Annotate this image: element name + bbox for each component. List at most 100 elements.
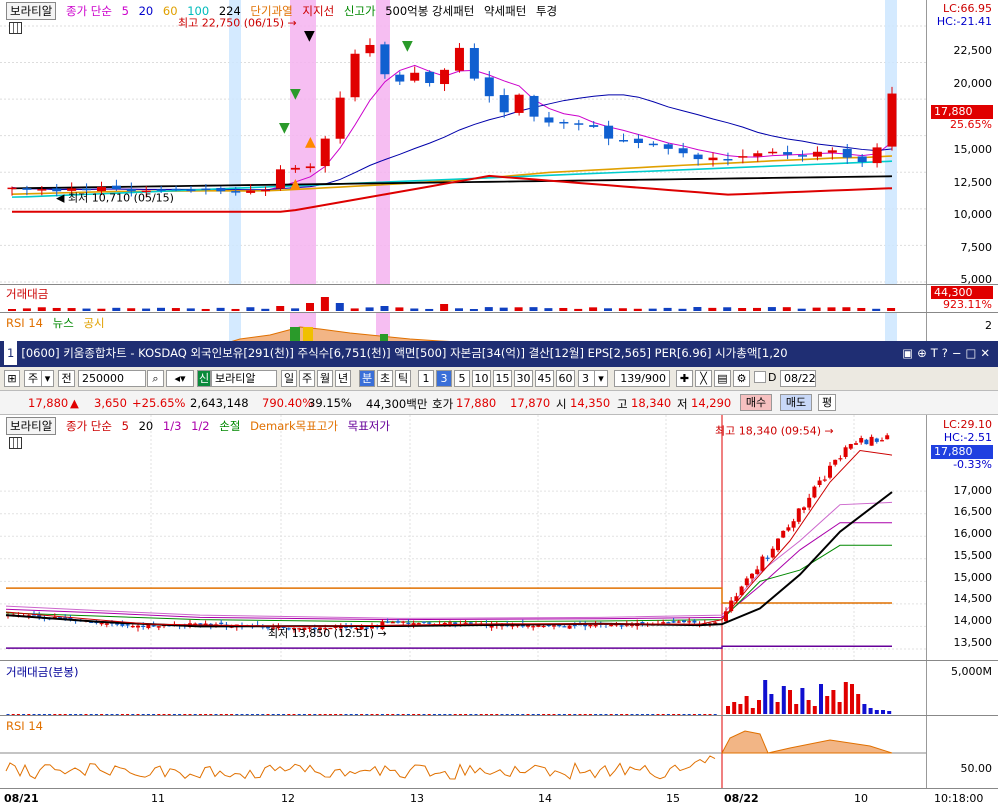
draw-tool-icon[interactable]: ╳ xyxy=(695,370,712,387)
bottom-candle xyxy=(692,620,697,623)
eval-button[interactable]: 평 xyxy=(818,394,836,411)
buy-button[interactable]: 매수 xyxy=(740,394,772,411)
period-minute[interactable]: 분 xyxy=(359,370,375,387)
top-volume-bar xyxy=(142,308,151,311)
top-candle xyxy=(201,188,211,191)
bottom-candle xyxy=(567,625,572,629)
top-signal-arrow: ▼ xyxy=(290,86,301,102)
chart-menu-icon[interactable]: ⊞ xyxy=(4,370,20,387)
bottom-candle xyxy=(848,444,853,449)
date-input[interactable]: 08/22 xyxy=(780,370,816,387)
interval-dropdown-icon[interactable]: ▾ xyxy=(594,370,608,387)
top-current-change: 25.65% xyxy=(950,118,992,131)
period-day[interactable]: 일 xyxy=(281,370,297,387)
save-icon[interactable]: ▤ xyxy=(714,370,731,387)
top-candle xyxy=(663,144,673,149)
top-candle xyxy=(872,147,882,164)
top-volume-bar xyxy=(425,308,434,311)
period-tick[interactable]: 틱 xyxy=(395,370,411,387)
period-week[interactable]: 주 xyxy=(299,370,315,387)
top-candle xyxy=(708,157,718,161)
half-line xyxy=(5,501,893,619)
bottom-volume-label: 거래대금(분봉) xyxy=(6,665,79,679)
top-volume-bar xyxy=(261,308,270,311)
type-dropdown-icon[interactable]: ▾ xyxy=(41,370,54,387)
bottom-volume-bar xyxy=(769,694,774,714)
top-volume-bar xyxy=(767,307,776,311)
interval-10[interactable]: 10 xyxy=(472,370,491,387)
top-signal-arrow: ▼ xyxy=(304,28,315,44)
top-volume-bar xyxy=(365,307,374,311)
interval-60[interactable]: 60 xyxy=(556,370,575,387)
legend-stop-loss: 손절 xyxy=(219,419,241,433)
window-link-icon[interactable]: ▣ xyxy=(902,346,917,360)
settings-gear-icon[interactable]: ⚙ xyxy=(733,370,750,387)
top-volume-bar xyxy=(306,303,314,311)
top-candle xyxy=(22,188,32,190)
window-pin-icon[interactable]: ⊕ xyxy=(917,346,931,360)
search-icon[interactable]: ⌕ xyxy=(147,370,164,387)
date-checkbox[interactable] xyxy=(754,371,766,383)
bottom-current-price-box: 17,880 xyxy=(931,445,993,459)
top-grid-icon[interactable] xyxy=(9,22,22,34)
top-volume-bar xyxy=(440,304,449,311)
bottom-rsi-tick: 50.00 xyxy=(960,762,993,775)
top-candle xyxy=(544,117,554,123)
bottom-stock-tag[interactable]: 보라티알 xyxy=(6,417,57,435)
bottom-candle xyxy=(687,621,692,623)
legend-half: 1/2 xyxy=(191,419,210,433)
stock-name-field[interactable]: 보라티알 xyxy=(211,370,277,387)
top-volume-bar xyxy=(395,307,404,311)
top-candle xyxy=(7,187,17,190)
count-field[interactable]: 139/900 xyxy=(614,370,670,387)
interval-5[interactable]: 5 xyxy=(454,370,470,387)
top-candle xyxy=(484,77,494,97)
period-year[interactable]: 년 xyxy=(335,370,351,387)
bottom-candle xyxy=(838,458,843,460)
top-volume-bar xyxy=(738,307,747,311)
top-candle xyxy=(290,167,300,170)
window-font-icon[interactable]: T xyxy=(931,346,942,360)
crosshair-icon[interactable]: ✚ xyxy=(676,370,693,387)
top-volume-bar xyxy=(559,307,568,311)
sound-icon[interactable]: ◂▾ xyxy=(166,370,194,387)
bottom-volume-bar xyxy=(856,694,861,714)
top-candle xyxy=(812,151,822,157)
bottom-volume-bar xyxy=(806,700,811,714)
interval-3[interactable]: 3 xyxy=(436,370,452,387)
quote-up-icon: ▲ xyxy=(70,396,79,410)
period-second[interactable]: 초 xyxy=(377,370,393,387)
top-volume-bar xyxy=(320,297,329,311)
bottom-candle xyxy=(588,624,593,627)
bottom-tick-14000: 14,000 xyxy=(953,614,993,627)
top-candle xyxy=(171,188,181,191)
interval-1[interactable]: 1 xyxy=(418,370,434,387)
window-help-icon[interactable]: ? xyxy=(942,346,952,360)
interval-30[interactable]: 30 xyxy=(514,370,533,387)
top-candle xyxy=(559,121,569,124)
bottom-candle xyxy=(854,443,858,445)
top-news-label[interactable]: 뉴스 xyxy=(53,316,74,330)
bottom-candle xyxy=(682,620,686,623)
top-ma-100: 100 xyxy=(187,4,210,18)
bottom-ma-20: 20 xyxy=(138,419,154,433)
interval-45[interactable]: 45 xyxy=(535,370,554,387)
code-input[interactable]: 250000 xyxy=(78,370,146,387)
top-disclosure-label[interactable]: 공시 xyxy=(83,316,104,330)
top-candle xyxy=(529,95,539,117)
bottom-grid-icon[interactable] xyxy=(9,437,22,449)
top-candle xyxy=(410,72,420,81)
window-close-icon[interactable]: ✕ xyxy=(980,346,994,360)
prev-button[interactable]: 전 xyxy=(58,370,75,387)
period-month[interactable]: 월 xyxy=(317,370,333,387)
sell-button[interactable]: 매도 xyxy=(780,394,812,411)
bottom-candle xyxy=(885,435,890,440)
window-maximize-icon[interactable]: □ xyxy=(965,346,980,360)
top-stock-tag[interactable]: 보라티알 xyxy=(6,2,57,20)
bottom-candle xyxy=(869,436,874,446)
window-minimize-icon[interactable]: − xyxy=(952,346,966,360)
bottom-candle xyxy=(843,447,848,457)
top-volume-bar xyxy=(97,308,106,311)
window-titlebar[interactable]: 1 [0600] 키움종합차트 - KOSDAQ 외국인보유[291(천)] 주식… xyxy=(0,341,998,367)
interval-15[interactable]: 15 xyxy=(493,370,512,387)
